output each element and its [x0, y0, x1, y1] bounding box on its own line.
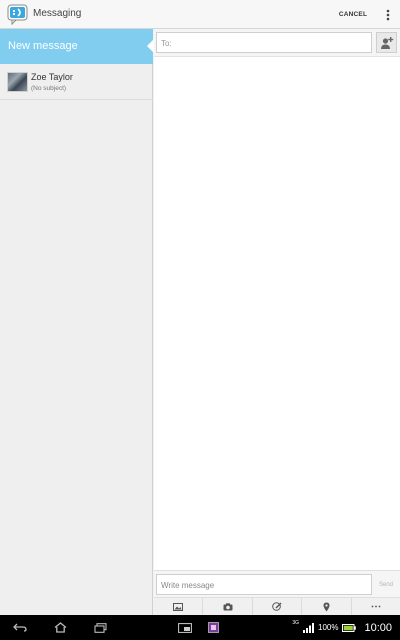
battery-percent: 100%	[318, 623, 339, 632]
back-icon[interactable]	[5, 615, 35, 640]
send-button[interactable]: Send	[374, 574, 398, 595]
small-app-icon[interactable]	[170, 615, 200, 640]
media-app-icon[interactable]	[198, 615, 228, 640]
conversation-list: New message Zoe Taylor (No subject)	[0, 29, 154, 615]
messaging-app-icon[interactable]	[7, 4, 29, 26]
attachment-toolbar	[154, 597, 400, 615]
selection-arrow	[147, 39, 154, 53]
recipient-row: To:	[154, 29, 400, 57]
overflow-menu-icon[interactable]	[376, 0, 400, 29]
location-icon[interactable]	[302, 598, 352, 615]
clock: 10:00	[364, 621, 392, 634]
sketch-icon[interactable]	[253, 598, 303, 615]
compose-row: Write message Send	[154, 570, 400, 597]
signal-icon	[303, 622, 314, 633]
action-bar: Messaging CANCEL	[0, 0, 400, 29]
new-message-item[interactable]: New message	[0, 29, 154, 64]
cancel-button[interactable]: CANCEL	[330, 0, 376, 29]
camera-icon[interactable]	[203, 598, 253, 615]
compose-pane: To: Write message Send	[154, 29, 400, 615]
picture-icon[interactable]	[154, 598, 204, 615]
new-message-label: New message	[8, 40, 78, 52]
more-icon[interactable]	[352, 598, 400, 615]
avatar	[7, 72, 28, 92]
to-field[interactable]: To:	[156, 32, 372, 53]
battery-icon	[342, 623, 357, 632]
conversation-name: Zoe Taylor	[31, 72, 73, 82]
write-message-field[interactable]: Write message	[156, 574, 372, 595]
add-contact-icon	[380, 36, 393, 49]
recent-apps-icon[interactable]	[85, 615, 115, 640]
add-contact-button[interactable]	[376, 32, 397, 53]
conversation-item[interactable]: Zoe Taylor (No subject)	[0, 65, 153, 100]
network-type: 3G	[292, 619, 299, 626]
system-nav-bar: 3G 100% 10:00	[0, 615, 400, 640]
status-area: 3G 100% 10:00	[292, 615, 392, 640]
conversation-subject: (No subject)	[31, 85, 67, 92]
app-title: Messaging	[33, 8, 82, 19]
home-icon[interactable]	[45, 615, 75, 640]
